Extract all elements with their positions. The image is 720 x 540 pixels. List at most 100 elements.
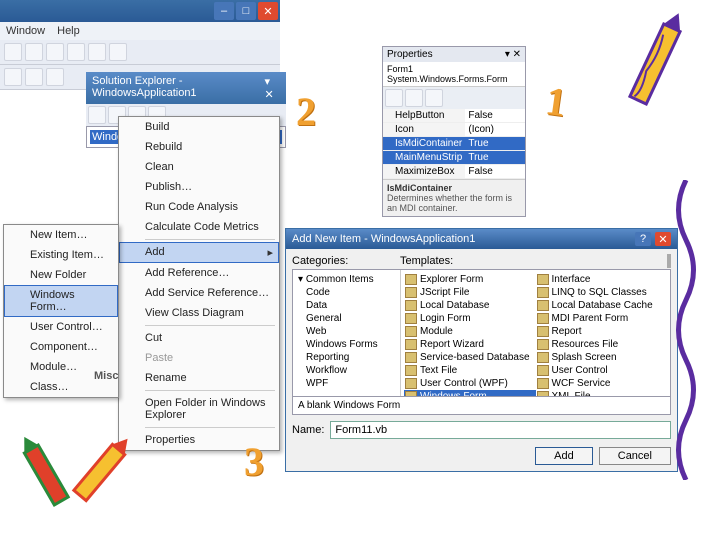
properties-toolbar xyxy=(383,87,525,109)
menu-cut[interactable]: Cut xyxy=(119,328,279,348)
template-item[interactable]: Local Database Cache xyxy=(536,299,668,312)
misc-tab[interactable]: Misc xyxy=(94,370,118,382)
menu-existing-item[interactable]: Existing Item… xyxy=(4,245,118,265)
menu-code-metrics[interactable]: Calculate Code Metrics xyxy=(119,217,279,237)
toolbar-button[interactable] xyxy=(385,89,403,107)
crayons-decoration-icon xyxy=(8,424,148,524)
prop-key: MainMenuStrip xyxy=(383,151,465,164)
template-item[interactable]: Text File xyxy=(404,364,536,377)
category-item[interactable]: Reporting xyxy=(296,351,397,364)
template-item[interactable]: Interface xyxy=(536,273,668,286)
separator xyxy=(145,427,275,428)
menu-run-analysis[interactable]: Run Code Analysis xyxy=(119,197,279,217)
menu-user-control[interactable]: User Control… xyxy=(4,317,118,337)
toolbar-button[interactable] xyxy=(109,43,127,61)
menu-add-reference[interactable]: Add Reference… xyxy=(119,263,279,283)
menu-help[interactable]: Help xyxy=(57,25,80,37)
menu-new-item[interactable]: New Item… xyxy=(4,225,118,245)
crayon-decoration-icon xyxy=(620,4,690,124)
maximize-icon[interactable]: □ xyxy=(236,2,256,20)
prop-value[interactable]: False xyxy=(465,109,525,122)
project-context-menu: Build Rebuild Clean Publish… Run Code An… xyxy=(118,116,280,451)
property-row: HelpButtonFalse xyxy=(383,109,525,123)
toolbar-button[interactable] xyxy=(46,68,64,86)
prop-value[interactable]: True xyxy=(465,151,525,164)
prop-value[interactable]: (Icon) xyxy=(465,123,525,136)
prop-value[interactable]: False xyxy=(465,165,525,178)
toolbar-button[interactable] xyxy=(25,68,43,86)
template-item[interactable]: WCF Service xyxy=(536,377,668,390)
add-button[interactable]: Add xyxy=(535,447,593,465)
name-input[interactable] xyxy=(330,421,671,439)
menu-window[interactable]: Window xyxy=(6,25,45,37)
menu-open-folder[interactable]: Open Folder in Windows Explorer xyxy=(119,393,279,425)
file-icon xyxy=(537,313,549,324)
category-item[interactable]: WPF xyxy=(296,377,397,390)
toolbar-button[interactable] xyxy=(88,43,106,61)
menu-rebuild[interactable]: Rebuild xyxy=(119,137,279,157)
file-icon xyxy=(405,378,417,389)
toolbar-button[interactable] xyxy=(46,43,64,61)
category-item[interactable]: General xyxy=(296,312,397,325)
categories-pane: ▾ Common Items Code Data General Web Win… xyxy=(293,270,401,396)
template-item[interactable]: Report Wizard xyxy=(404,338,536,351)
toolbar-button[interactable] xyxy=(25,43,43,61)
category-root[interactable]: ▾ Common Items xyxy=(296,273,397,286)
template-item[interactable]: Module xyxy=(404,325,536,338)
menu-clean[interactable]: Clean xyxy=(119,157,279,177)
file-icon xyxy=(537,326,549,337)
template-item[interactable]: Resources File xyxy=(536,338,668,351)
menu-rename[interactable]: Rename xyxy=(119,368,279,388)
pin-icon[interactable]: ▾ ✕ xyxy=(265,75,281,101)
menu-class-diagram[interactable]: View Class Diagram xyxy=(119,303,279,323)
template-item[interactable]: Local Database xyxy=(404,299,536,312)
category-item[interactable]: Workflow xyxy=(296,364,397,377)
properties-panel: Properties ▾ ✕ Form1 System.Windows.Form… xyxy=(382,46,526,217)
menu-component[interactable]: Component… xyxy=(4,337,118,357)
toolbar-button[interactable] xyxy=(405,89,423,107)
menu-add[interactable]: Add▸ xyxy=(119,242,279,263)
template-item[interactable]: Login Form xyxy=(404,312,536,325)
add-new-item-dialog: Add New Item - WindowsApplication1 ? ✕ C… xyxy=(285,228,678,472)
toolbar-button[interactable] xyxy=(88,106,106,124)
menu-windows-form[interactable]: Windows Form… xyxy=(4,285,118,317)
separator xyxy=(145,390,275,391)
prop-value[interactable]: True xyxy=(465,137,525,150)
template-item[interactable]: User Control xyxy=(536,364,668,377)
template-item[interactable]: User Control (WPF) xyxy=(404,377,536,390)
file-icon xyxy=(537,391,549,396)
file-icon xyxy=(405,326,417,337)
toolbar-button[interactable] xyxy=(4,68,22,86)
name-label: Name: xyxy=(292,424,324,436)
template-item[interactable]: Report xyxy=(536,325,668,338)
menubar: Window Help xyxy=(0,22,280,40)
minimize-icon[interactable]: – xyxy=(214,2,234,20)
file-icon xyxy=(537,339,549,350)
template-item[interactable]: Explorer Form xyxy=(404,273,536,286)
help-icon[interactable]: ? xyxy=(635,232,651,246)
template-item[interactable]: JScript File xyxy=(404,286,536,299)
category-item[interactable]: Data xyxy=(296,299,397,312)
category-item[interactable]: Web xyxy=(296,325,397,338)
template-item[interactable]: LINQ to SQL Classes xyxy=(536,286,668,299)
toolbar-button[interactable] xyxy=(425,89,443,107)
close-icon[interactable]: ▾ ✕ xyxy=(505,49,521,60)
menu-add-service-ref[interactable]: Add Service Reference… xyxy=(119,283,279,303)
category-item[interactable]: Windows Forms xyxy=(296,338,397,351)
menu-new-folder[interactable]: New Folder xyxy=(4,265,118,285)
category-item[interactable]: Code xyxy=(296,286,397,299)
menu-build[interactable]: Build xyxy=(119,117,279,137)
template-item[interactable]: XML File xyxy=(536,390,668,396)
toolbar-button[interactable] xyxy=(4,43,22,61)
template-item-selected[interactable]: Windows Form xyxy=(404,390,536,396)
prop-key: HelpButton xyxy=(383,109,465,122)
toolbar-button[interactable] xyxy=(67,43,85,61)
template-item[interactable]: Splash Screen xyxy=(536,351,668,364)
close-icon[interactable]: ✕ xyxy=(258,2,278,20)
menu-publish[interactable]: Publish… xyxy=(119,177,279,197)
cancel-button[interactable]: Cancel xyxy=(599,447,671,465)
properties-object[interactable]: Form1 System.Windows.Forms.Form xyxy=(383,62,525,87)
prop-desc-title: IsMdiContainer xyxy=(387,183,452,193)
template-item[interactable]: MDI Parent Form xyxy=(536,312,668,325)
template-item[interactable]: Service-based Database xyxy=(404,351,536,364)
